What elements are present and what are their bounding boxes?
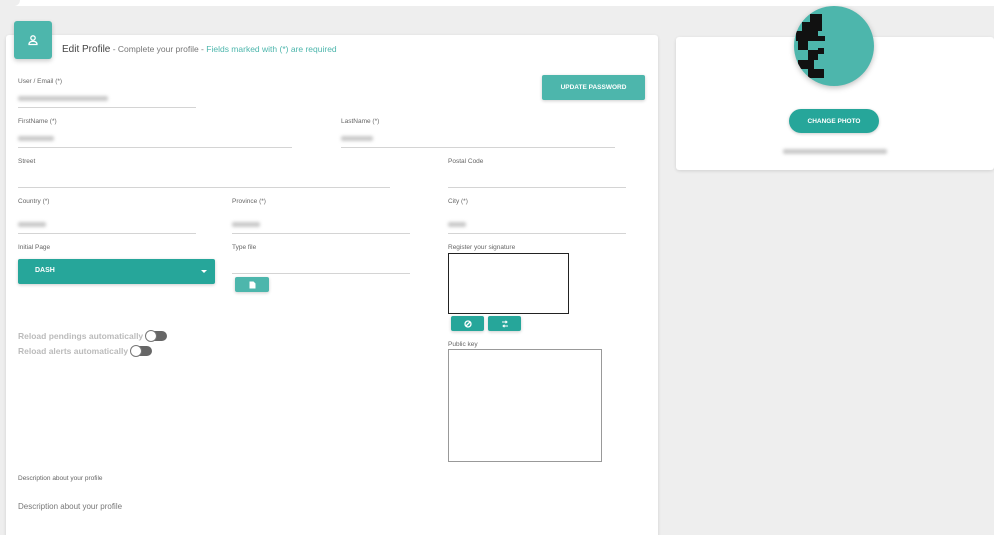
- lastname-underline: [341, 147, 615, 148]
- public-key-textarea[interactable]: [448, 349, 602, 462]
- province-underline: [232, 233, 410, 234]
- reload-pendings-switch[interactable]: [145, 330, 168, 342]
- lastname-value[interactable]: [341, 136, 373, 141]
- arrows-icon: [501, 319, 508, 328]
- public-key-label: Public key: [448, 341, 478, 348]
- province-label: Province (*): [232, 198, 266, 205]
- reload-alerts-switch[interactable]: [130, 345, 153, 357]
- top-bar: [0, 0, 994, 6]
- initial-page-select[interactable]: DASH: [18, 259, 215, 284]
- update-password-button[interactable]: UPDATE PASSWORD: [542, 75, 645, 100]
- lastname-label: LastName (*): [341, 118, 380, 125]
- user-email-value[interactable]: [18, 96, 108, 101]
- description-label: Description about your profile: [18, 475, 103, 482]
- clear-signature-button[interactable]: [451, 316, 484, 331]
- file-icon: [249, 281, 255, 288]
- initial-page-label: Initial Page: [18, 244, 51, 251]
- ban-icon: [463, 319, 472, 328]
- reload-pendings-toggle-row: Reload pendings automatically: [18, 330, 168, 342]
- city-label: City (*): [448, 198, 468, 205]
- description-input[interactable]: Description about your profile: [18, 502, 122, 511]
- city-value[interactable]: [448, 222, 466, 227]
- reload-pendings-label: Reload pendings automatically: [18, 331, 144, 341]
- firstname-underline: [18, 147, 292, 148]
- province-value[interactable]: [232, 222, 260, 227]
- postal-code-underline[interactable]: [448, 187, 626, 188]
- type-file-label: Type file: [232, 244, 257, 251]
- reload-alerts-toggle-row: Reload alerts automatically: [18, 345, 153, 357]
- profile-email-caption: [783, 149, 887, 154]
- street-label: Street: [18, 158, 36, 165]
- file-upload-button[interactable]: [235, 277, 269, 292]
- change-photo-button[interactable]: CHANGE PHOTO: [789, 109, 879, 133]
- signature-canvas[interactable]: [448, 253, 569, 314]
- caret-down-icon: [201, 270, 207, 273]
- country-value[interactable]: [18, 222, 46, 227]
- type-file-underline: [232, 273, 410, 274]
- avatar: [794, 6, 874, 86]
- subtitle-text: - Complete your profile -: [110, 44, 207, 54]
- country-underline: [18, 233, 196, 234]
- page-title: Edit Profile - Complete your profile - F…: [62, 44, 337, 55]
- save-signature-button[interactable]: [488, 316, 521, 331]
- firstname-label: FirstName (*): [18, 118, 57, 125]
- postal-code-label: Postal Code: [448, 158, 484, 165]
- street-underline[interactable]: [18, 187, 390, 188]
- user-email-underline: [18, 107, 196, 108]
- reload-alerts-label: Reload alerts automatically: [18, 346, 129, 356]
- user-email-label: User / Email (*): [18, 78, 63, 85]
- initial-page-value: DASH: [35, 267, 55, 274]
- firstname-value[interactable]: [18, 136, 54, 141]
- user-icon: [14, 21, 52, 59]
- title-text: Edit Profile: [62, 44, 111, 55]
- signature-label: Register your signature: [448, 244, 516, 251]
- required-note: Fields marked with (*) are required: [206, 44, 337, 54]
- country-label: Country (*): [18, 198, 50, 205]
- city-underline: [448, 233, 626, 234]
